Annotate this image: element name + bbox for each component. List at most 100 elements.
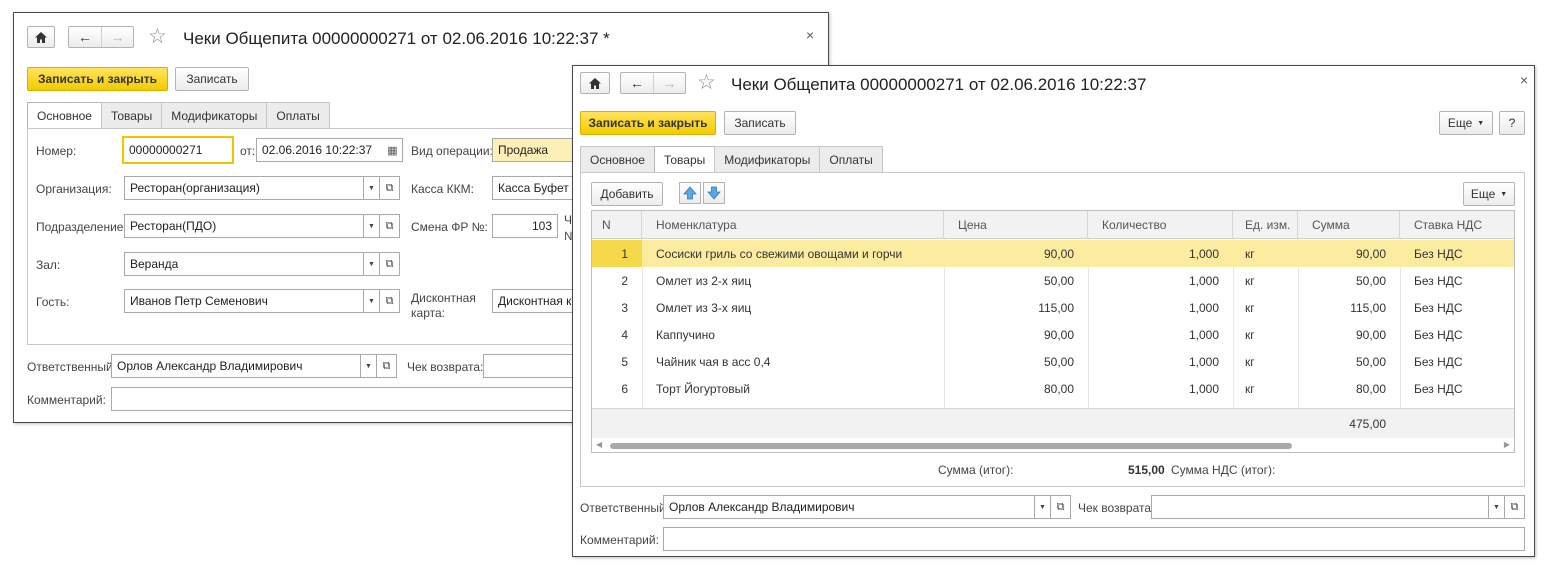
tab-payments[interactable]: Оплаты bbox=[266, 102, 330, 128]
history-nav: ← → bbox=[620, 72, 686, 94]
comment-field[interactable] bbox=[663, 527, 1525, 551]
open-icon[interactable]: ⧉ bbox=[1505, 495, 1525, 519]
arrow-right-icon[interactable]: → bbox=[653, 73, 685, 93]
tab-main[interactable]: Основное bbox=[580, 146, 655, 172]
operation-type-field[interactable]: Продажа bbox=[492, 138, 576, 162]
col-header-unit[interactable]: Ед. изм. bbox=[1233, 211, 1298, 238]
tab-modifiers[interactable]: Модификаторы bbox=[161, 102, 268, 128]
chevron-down-icon[interactable]: ▼ bbox=[364, 252, 380, 276]
row-item: Омлет из 2-х яиц bbox=[656, 273, 752, 288]
save-and-close-button[interactable]: Записать и закрыть bbox=[580, 111, 716, 135]
row-vat: Без НДС bbox=[1414, 381, 1463, 396]
open-icon[interactable]: ⧉ bbox=[1051, 495, 1071, 519]
window-title: Чеки Общепита 00000000271 от 02.06.2016 … bbox=[183, 29, 610, 48]
col-header-n[interactable]: N bbox=[592, 211, 642, 238]
hall-field[interactable]: Веранда bbox=[124, 252, 364, 276]
row-vat: Без НДС bbox=[1414, 273, 1463, 288]
close-icon[interactable]: × bbox=[806, 27, 814, 43]
vat-total-label: Сумма НДС (итог): bbox=[1171, 463, 1276, 477]
return-receipt-field[interactable] bbox=[1151, 495, 1489, 519]
chevron-down-icon[interactable]: ▼ bbox=[1035, 495, 1051, 519]
chevron-down-icon[interactable]: ▼ bbox=[1489, 495, 1505, 519]
home-button[interactable] bbox=[27, 26, 55, 48]
row-number: 6 bbox=[621, 381, 628, 396]
more-table-button-label: Еще bbox=[1470, 187, 1496, 201]
star-icon[interactable]: ☆ bbox=[697, 72, 716, 93]
return-receipt-label: Чек возврата: bbox=[1078, 501, 1155, 515]
number-field[interactable]: 00000000271 bbox=[122, 136, 234, 164]
move-down-button[interactable] bbox=[703, 182, 725, 204]
save-and-close-button[interactable]: Записать и закрыть bbox=[27, 67, 168, 91]
row-price: 50,00 bbox=[1043, 273, 1074, 288]
tab-main[interactable]: Основное bbox=[27, 102, 102, 129]
tab-modifiers[interactable]: Модификаторы bbox=[714, 146, 821, 172]
open-icon[interactable]: ⧉ bbox=[380, 289, 400, 313]
date-field[interactable]: 02.06.2016 10:22:37 bbox=[256, 138, 384, 162]
tab-payments[interactable]: Оплаты bbox=[819, 146, 883, 172]
table-row[interactable]: 3 Омлет из 3-х яиц 115,00 1,000 кг 115,0… bbox=[592, 294, 1514, 321]
save-button[interactable]: Записать bbox=[724, 111, 796, 135]
col-header-qty[interactable]: Количество bbox=[1088, 211, 1233, 238]
scrollbar-thumb[interactable] bbox=[610, 443, 1292, 449]
home-button[interactable] bbox=[580, 72, 610, 94]
col-header-price[interactable]: Цена bbox=[944, 211, 1088, 238]
open-icon[interactable]: ⧉ bbox=[380, 214, 400, 238]
row-sum: 90,00 bbox=[1355, 246, 1386, 261]
arrow-left-icon[interactable]: ← bbox=[621, 73, 653, 93]
row-price: 80,00 bbox=[1043, 381, 1074, 396]
add-button[interactable]: Добавить bbox=[591, 182, 663, 206]
close-icon[interactable]: × bbox=[1520, 72, 1528, 88]
discount-card-field[interactable]: Дисконтная ка bbox=[492, 289, 576, 313]
help-button[interactable]: ? bbox=[1499, 111, 1525, 135]
chevron-down-icon: ▼ bbox=[1477, 119, 1485, 127]
guest-field[interactable]: Иванов Петр Семенович bbox=[124, 289, 364, 313]
shift-field[interactable]: 103 bbox=[492, 214, 558, 238]
open-icon[interactable]: ⧉ bbox=[380, 252, 400, 276]
chevron-down-icon[interactable]: ▼ bbox=[364, 289, 380, 313]
shift-extra-label-line1: Ч bbox=[564, 213, 572, 227]
organization-field[interactable]: Ресторан(организация) bbox=[124, 176, 364, 200]
col-header-vat[interactable]: Ставка НДС bbox=[1400, 211, 1514, 238]
open-icon[interactable]: ⧉ bbox=[377, 354, 397, 378]
tab-goods[interactable]: Товары bbox=[653, 146, 716, 173]
return-receipt-field[interactable] bbox=[483, 354, 576, 378]
responsible-field[interactable]: Орлов Александр Владимирович bbox=[663, 495, 1035, 519]
scroll-right-icon[interactable]: ▶ bbox=[1504, 440, 1510, 449]
table-row[interactable]: 4 Каппучино 90,00 1,000 кг 90,00 Без НДС bbox=[592, 321, 1514, 348]
comment-field[interactable] bbox=[111, 387, 576, 411]
row-qty: 1,000 bbox=[1188, 246, 1219, 261]
table-row[interactable]: 2 Омлет из 2-х яиц 50,00 1,000 кг 50,00 … bbox=[592, 267, 1514, 294]
arrow-left-icon[interactable]: ← bbox=[69, 27, 101, 47]
tab-goods[interactable]: Товары bbox=[100, 102, 163, 128]
row-unit: кг bbox=[1245, 246, 1255, 261]
row-unit: кг bbox=[1245, 381, 1255, 396]
col-header-sum[interactable]: Сумма bbox=[1298, 211, 1400, 238]
row-vat: Без НДС bbox=[1414, 246, 1463, 261]
star-icon[interactable]: ☆ bbox=[148, 26, 167, 47]
row-sum: 90,00 bbox=[1355, 327, 1386, 342]
row-price: 115,00 bbox=[1038, 300, 1074, 315]
total-label: Сумма (итог): bbox=[938, 463, 1014, 477]
arrow-right-icon[interactable]: → bbox=[101, 27, 133, 47]
more-table-button[interactable]: Еще ▼ bbox=[1463, 182, 1515, 206]
chevron-down-icon[interactable]: ▼ bbox=[361, 354, 377, 378]
calendar-icon[interactable]: ▦ bbox=[383, 138, 403, 162]
department-field[interactable]: Ресторан(ПДО) bbox=[124, 214, 364, 238]
table-row[interactable]: 6 Торт Йогуртовый 80,00 1,000 кг 80,00 Б… bbox=[592, 375, 1514, 402]
chevron-down-icon[interactable]: ▼ bbox=[364, 214, 380, 238]
open-icon[interactable]: ⧉ bbox=[380, 176, 400, 200]
responsible-label: Ответственный: bbox=[580, 501, 670, 515]
kkm-field[interactable]: Касса Буфет bbox=[492, 176, 576, 200]
responsible-field[interactable]: Орлов Александр Владимирович bbox=[111, 354, 361, 378]
more-button[interactable]: Еще ▼ bbox=[1439, 111, 1493, 135]
move-up-button[interactable] bbox=[679, 182, 701, 204]
row-sum: 50,00 bbox=[1355, 354, 1386, 369]
home-icon bbox=[35, 31, 47, 43]
table-row[interactable]: 1 Сосиски гриль со свежими овощами и гор… bbox=[592, 240, 1514, 267]
chevron-down-icon[interactable]: ▼ bbox=[364, 176, 380, 200]
col-header-item[interactable]: Номенклатура bbox=[642, 211, 944, 238]
horizontal-scrollbar[interactable]: ◀ ▶ bbox=[592, 438, 1514, 452]
table-row[interactable]: 5 Чайник чая в асс 0,4 50,00 1,000 кг 50… bbox=[592, 348, 1514, 375]
scroll-left-icon[interactable]: ◀ bbox=[596, 440, 602, 449]
save-button[interactable]: Записать bbox=[175, 67, 249, 91]
